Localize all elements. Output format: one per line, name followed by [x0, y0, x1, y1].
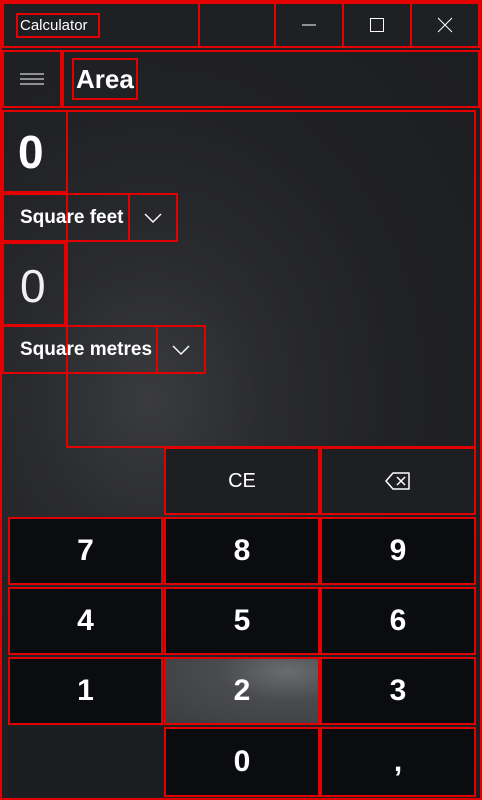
close-icon: [437, 17, 453, 33]
digit-5-button[interactable]: 5: [164, 587, 320, 655]
mode-title: Area: [72, 58, 138, 100]
hamburger-icon: [20, 73, 44, 85]
to-unit-dropdown-button[interactable]: [156, 325, 206, 374]
maximize-button[interactable]: [342, 2, 412, 48]
digit-8-button[interactable]: 8: [164, 517, 320, 585]
backspace-icon: [385, 472, 410, 490]
minimize-icon: [302, 24, 316, 26]
digit-6-button[interactable]: 6: [320, 587, 476, 655]
converter-panel: [66, 110, 476, 448]
to-value-display[interactable]: 0: [2, 242, 66, 326]
digit-4-button[interactable]: 4: [8, 587, 163, 655]
minimize-button[interactable]: [274, 2, 344, 48]
from-unit-dropdown-button[interactable]: [128, 193, 178, 242]
digit-0-button[interactable]: 0: [164, 727, 320, 797]
from-unit-selector[interactable]: Square feet: [2, 193, 130, 242]
maximize-icon: [370, 18, 384, 32]
to-unit-selector[interactable]: Square metres: [2, 325, 158, 374]
decimal-separator-button[interactable]: ,: [320, 727, 476, 797]
from-value-display[interactable]: 0: [2, 110, 68, 193]
title-bar-spacer[interactable]: [198, 2, 276, 48]
title-bar-drag-region[interactable]: [2, 2, 200, 48]
digit-7-button[interactable]: 7: [8, 517, 163, 585]
chevron-down-icon: [144, 213, 162, 223]
calculator-window: Calculator Area 0 Square feet 0 Square m…: [0, 0, 482, 800]
digit-1-button[interactable]: 1: [8, 657, 163, 725]
digit-2-button[interactable]: 2: [164, 657, 320, 725]
close-button[interactable]: [410, 2, 480, 48]
clear-entry-button[interactable]: CE: [164, 447, 320, 515]
digit-9-button[interactable]: 9: [320, 517, 476, 585]
menu-button[interactable]: [2, 50, 62, 108]
chevron-down-icon: [172, 345, 190, 355]
backspace-button[interactable]: [320, 447, 476, 515]
digit-3-button[interactable]: 3: [320, 657, 476, 725]
empty-key-slot: [8, 727, 163, 797]
